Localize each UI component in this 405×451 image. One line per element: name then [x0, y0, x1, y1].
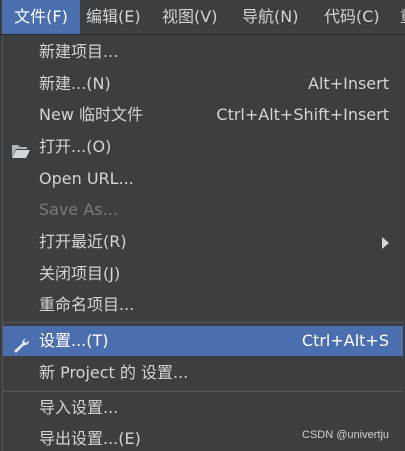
- menu-item-shortcut: Alt+Insert: [308, 74, 389, 93]
- menu-view[interactable]: 视图(V): [162, 0, 217, 34]
- menu-item-new-project[interactable]: 新建项目...: [3, 37, 403, 67]
- menu-item-label: 关闭项目(J): [39, 264, 121, 283]
- menu-item-new-scratch-file[interactable]: New 临时文件 Ctrl+Alt+Shift+Insert: [3, 100, 403, 130]
- menu-file[interactable]: 文件(F): [2, 0, 80, 34]
- menu-separator: [3, 322, 403, 323]
- menu-item-label: Save As...: [39, 200, 118, 219]
- menu-item-label: 导入设置...: [39, 398, 119, 417]
- folder-open-icon: [11, 139, 31, 158]
- menu-refactor[interactable]: 重: [400, 0, 405, 34]
- menu-item-label: 打开...(O): [39, 137, 112, 156]
- menu-item-label: 导出设置...(E): [39, 429, 141, 448]
- menu-edit[interactable]: 编辑(E): [86, 0, 141, 34]
- menu-bar: 文件(F) 编辑(E) 视图(V) 导航(N) 代码(C) 重: [0, 0, 405, 35]
- menu-item-open-recent[interactable]: 打开最近(R): [3, 227, 403, 257]
- menu-item-label: 新建项目...: [39, 42, 119, 61]
- menu-item-label: 新建...(N): [39, 74, 111, 93]
- menu-item-label: 重命名项目...: [39, 295, 135, 314]
- submenu-arrow-icon: [382, 237, 389, 249]
- menu-navigate[interactable]: 导航(N): [242, 0, 298, 34]
- menu-item-shortcut: Ctrl+Alt+S: [301, 331, 389, 350]
- menu-item-label: 设置...(T): [39, 331, 109, 350]
- menu-item-label: Open URL...: [39, 169, 134, 188]
- menu-item-label: 打开最近(R): [39, 232, 127, 251]
- menu-separator: [3, 391, 403, 392]
- menu-item-rename-project[interactable]: 重命名项目...: [3, 290, 403, 320]
- file-menu-dropdown: 新建项目... 新建...(N) Alt+Insert New 临时文件 Ctr…: [2, 35, 403, 451]
- menu-item-new[interactable]: 新建...(N) Alt+Insert: [3, 69, 403, 99]
- menu-item-close-project[interactable]: 关闭项目(J): [3, 259, 403, 289]
- menu-item-settings[interactable]: 设置...(T) Ctrl+Alt+S: [3, 326, 403, 356]
- menu-item-open[interactable]: 打开...(O): [3, 132, 403, 162]
- menu-item-label: 新 Project 的 设置...: [39, 363, 189, 382]
- menu-code[interactable]: 代码(C): [324, 0, 380, 34]
- ide-window: 文件(F) 编辑(E) 视图(V) 导航(N) 代码(C) 重 新建项目... …: [0, 0, 405, 451]
- menu-item-import-settings[interactable]: 导入设置...: [3, 393, 403, 423]
- menu-item-new-project-settings[interactable]: 新 Project 的 设置...: [3, 358, 403, 388]
- menu-item-shortcut: Ctrl+Alt+Shift+Insert: [216, 105, 389, 124]
- wrench-icon: [11, 333, 31, 353]
- watermark: CSDN @univertju: [302, 429, 389, 441]
- menu-item-open-url[interactable]: Open URL...: [3, 164, 403, 194]
- menu-item-save-as: Save As...: [3, 195, 403, 225]
- menu-item-label: New 临时文件: [39, 105, 143, 124]
